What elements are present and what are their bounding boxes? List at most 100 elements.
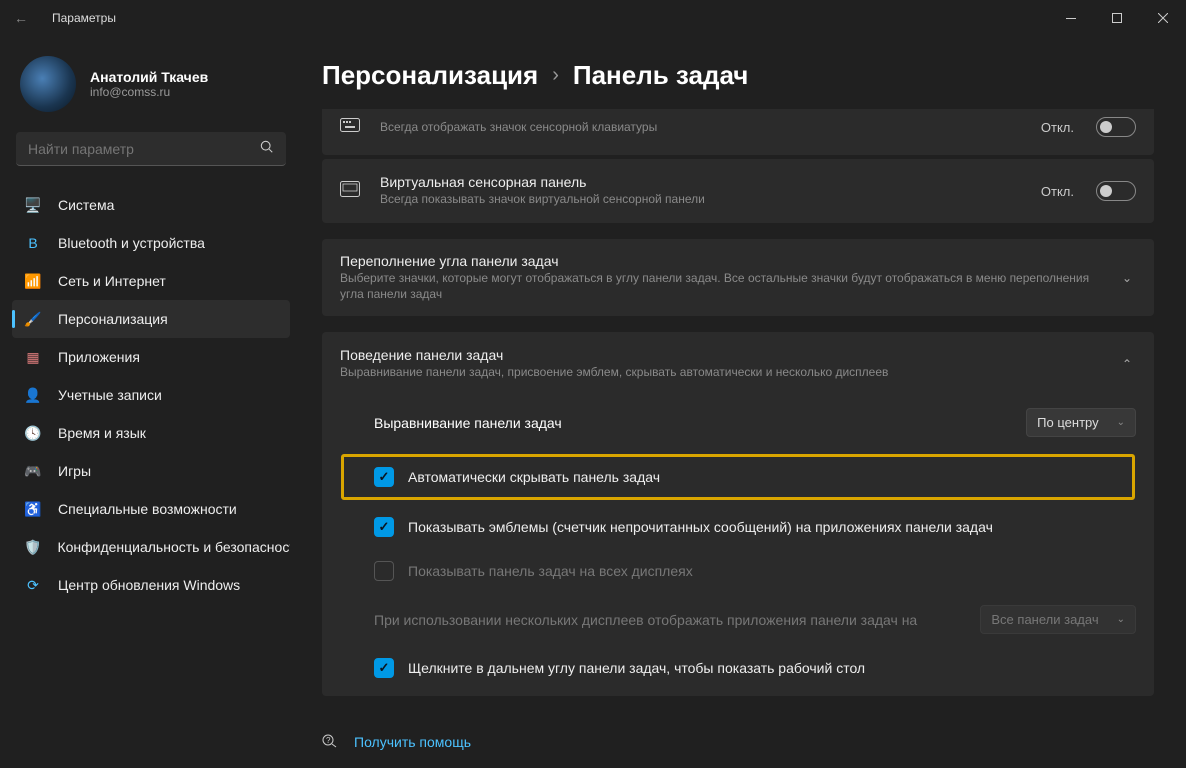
nav-label: Bluetooth и устройства — [58, 235, 205, 251]
row-sub: Выравнивание панели задач, присвоение эм… — [340, 365, 1100, 381]
dropdown-multi-display: Все панели задач ⌄ — [980, 605, 1136, 634]
chevron-down-icon: ⌄ — [1118, 271, 1136, 285]
option-corner-click[interactable]: ✓ Щелкните в дальнем углу панели задач, … — [322, 646, 1154, 696]
back-button[interactable]: ← — [14, 10, 34, 26]
row-touch-keyboard[interactable]: Всегда отображать значок сенсорной клави… — [322, 109, 1154, 155]
nav-label: Конфиденциальность и безопасность — [57, 539, 290, 555]
minimize-button[interactable] — [1048, 0, 1094, 36]
row-title: Поведение панели задач — [340, 347, 1100, 363]
get-help-text[interactable]: Получить помощь — [354, 734, 471, 750]
row-sub: Всегда отображать значок сенсорной клави… — [380, 120, 1023, 136]
option-all-displays: Показывать панель задач на всех дисплеях — [322, 549, 1154, 593]
chevron-up-icon: ⌃ — [1118, 357, 1136, 371]
user-name: Анатолий Ткачев — [90, 69, 208, 85]
dropdown-value: По центру — [1037, 415, 1098, 430]
nav-icon: 🛡️ — [24, 538, 41, 556]
nav-item-2[interactable]: 📶 Сеть и Интернет — [12, 262, 290, 300]
option-alignment: Выравнивание панели задач По центру ⌄ — [322, 396, 1154, 449]
help-icon: ? — [322, 732, 340, 751]
toggle-state: Откл. — [1041, 184, 1074, 199]
row-sub: Выберите значки, которые могут отображат… — [340, 271, 1100, 302]
feedback-link: Отправить отзыв — [322, 759, 1154, 768]
nav-item-4[interactable]: ▦ Приложения — [12, 338, 290, 376]
chevron-down-icon: ⌄ — [1117, 614, 1125, 625]
nav-label: Специальные возможности — [58, 501, 237, 517]
window-title: Параметры — [52, 11, 116, 25]
chevron-down-icon: ⌄ — [1117, 417, 1125, 428]
card-touch-keyboard: Всегда отображать значок сенсорной клави… — [322, 109, 1154, 155]
dropdown-value: Все панели задач — [991, 612, 1098, 627]
breadcrumb-parent[interactable]: Персонализация — [322, 60, 538, 91]
search-icon — [260, 140, 274, 157]
maximize-button[interactable] — [1094, 0, 1140, 36]
nav-item-10[interactable]: ⟳ Центр обновления Windows — [12, 566, 290, 604]
nav-label: Учетные записи — [58, 387, 162, 403]
search-input[interactable] — [28, 141, 260, 157]
toggle-state: Откл. — [1041, 120, 1074, 135]
window-controls — [1048, 0, 1186, 36]
nav-label: Персонализация — [58, 311, 168, 327]
row-title: Виртуальная сенсорная панель — [380, 174, 1023, 190]
nav-item-5[interactable]: 👤 Учетные записи — [12, 376, 290, 414]
nav-icon: ♿ — [24, 500, 42, 518]
checkbox-corner-click[interactable]: ✓ — [374, 658, 394, 678]
nav-icon: ⟳ — [24, 576, 42, 594]
nav-icon: 📶 — [24, 272, 42, 290]
nav-label: Приложения — [58, 349, 140, 365]
breadcrumb-current: Панель задач — [573, 60, 749, 91]
option-autohide[interactable]: ✓ Автоматически скрывать панель задач — [342, 455, 1134, 499]
toggle-touch-keyboard[interactable] — [1096, 117, 1136, 137]
nav-item-6[interactable]: 🕓 Время и язык — [12, 414, 290, 452]
nav-item-8[interactable]: ♿ Специальные возможности — [12, 490, 290, 528]
nav-icon: 🖥️ — [24, 196, 42, 214]
row-overflow[interactable]: Переполнение угла панели задач Выберите … — [322, 239, 1154, 316]
keyboard-icon — [340, 118, 362, 137]
toggle-touchpad[interactable] — [1096, 181, 1136, 201]
row-title: Переполнение угла панели задач — [340, 253, 1100, 269]
svg-text:?: ? — [326, 736, 331, 745]
nav-icon: ▦ — [24, 348, 42, 366]
nav-icon: 👤 — [24, 386, 42, 404]
nav-icon: 🕓 — [24, 424, 42, 442]
option-label: Выравнивание панели задач — [374, 415, 1012, 431]
nav-item-7[interactable]: 🎮 Игры — [12, 452, 290, 490]
row-behavior[interactable]: Поведение панели задач Выравнивание пане… — [322, 332, 1154, 396]
nav-label: Центр обновления Windows — [58, 577, 240, 593]
option-label: При использовании нескольких дисплеев от… — [374, 612, 966, 628]
checkbox-all-displays — [374, 561, 394, 581]
option-label: Показывать панель задач на всех дисплеях — [408, 563, 693, 579]
nav-label: Время и язык — [58, 425, 146, 441]
nav-item-3[interactable]: 🖌️ Персонализация — [12, 300, 290, 338]
row-sub: Всегда показывать значок виртуальной сен… — [380, 192, 1023, 208]
chevron-right-icon: › — [552, 64, 559, 87]
checkbox-autohide[interactable]: ✓ — [374, 467, 394, 487]
avatar — [20, 56, 76, 112]
option-badges[interactable]: ✓ Показывать эмблемы (счетчик непрочитан… — [322, 505, 1154, 549]
search-box[interactable] — [16, 132, 286, 166]
content: Персонализация › Панель задач Всегда ото… — [302, 36, 1186, 768]
nav-item-1[interactable]: B Bluetooth и устройства — [12, 224, 290, 262]
option-label: Автоматически скрывать панель задач — [408, 469, 660, 485]
checkbox-badges[interactable]: ✓ — [374, 517, 394, 537]
row-touchpad[interactable]: Виртуальная сенсорная панель Всегда пока… — [322, 159, 1154, 223]
nav-icon: B — [24, 234, 42, 252]
nav-label: Система — [58, 197, 114, 213]
nav-label: Сеть и Интернет — [58, 273, 166, 289]
breadcrumb: Персонализация › Панель задач — [322, 60, 1154, 91]
card-overflow: Переполнение угла панели задач Выберите … — [322, 239, 1154, 316]
dropdown-alignment[interactable]: По центру ⌄ — [1026, 408, 1136, 437]
nav-item-9[interactable]: 🛡️ Конфиденциальность и безопасность — [12, 528, 290, 566]
close-button[interactable] — [1140, 0, 1186, 36]
nav-icon: 🖌️ — [24, 310, 42, 328]
nav-label: Игры — [58, 463, 91, 479]
option-label: Показывать эмблемы (счетчик непрочитанны… — [408, 519, 993, 535]
option-label: Щелкните в дальнем углу панели задач, чт… — [408, 660, 865, 676]
titlebar: ← Параметры — [0, 0, 1186, 36]
user-email: info@comss.ru — [90, 85, 208, 99]
nav-icon: 🎮 — [24, 462, 42, 480]
card-behavior: Поведение панели задач Выравнивание пане… — [322, 332, 1154, 696]
option-multi-display: При использовании нескольких дисплеев от… — [322, 593, 1154, 646]
card-touchpad: Виртуальная сенсорная панель Всегда пока… — [322, 159, 1154, 223]
user-block[interactable]: Анатолий Ткачев info@comss.ru — [12, 44, 290, 132]
nav-item-0[interactable]: 🖥️ Система — [12, 186, 290, 224]
